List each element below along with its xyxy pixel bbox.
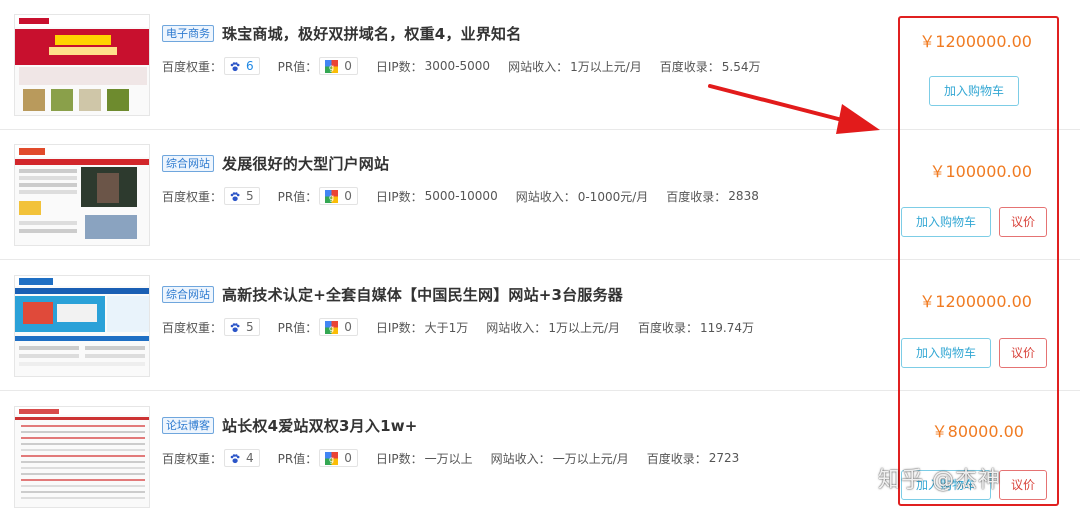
pr-label: PR值： — [277, 189, 318, 204]
svg-text:g: g — [329, 455, 334, 464]
add-to-cart-button[interactable]: 加入购物车 — [901, 338, 991, 368]
negotiate-button[interactable]: 议价 — [999, 470, 1047, 500]
svg-text:g: g — [329, 324, 334, 333]
ip-value: 5000-10000 — [424, 189, 498, 203]
listing-list: 电子商务 珠宝商城，极好双拼域名，权重4，业界知名 百度权重： 6 PR值： g… — [0, 0, 1080, 524]
svg-text:g: g — [329, 193, 334, 202]
income-label: 网站收入： — [486, 320, 547, 335]
google-pr-icon: g — [325, 189, 339, 203]
baidu-weight-value: 5 — [246, 320, 254, 334]
site-thumbnail[interactable] — [14, 406, 150, 508]
listing-row: 论坛博客 站长权4爱站双权3月入1w+ 百度权重： 4 PR值： g 0 日IP… — [0, 392, 1080, 524]
pr-value: 0 — [344, 451, 352, 465]
index-label: 百度收录： — [666, 189, 727, 204]
listing-price: ￥100000.00 — [929, 162, 1032, 181]
income-value: 1万以上元/月 — [570, 59, 642, 74]
pr-label: PR值： — [277, 451, 318, 466]
svg-text:g: g — [329, 63, 334, 72]
listing-row: 综合网站 高新技术认定+全套自媒体【中国民生网】网站+3台服务器 百度权重： 5… — [0, 261, 1080, 391]
index-value: 5.54万 — [721, 59, 761, 74]
pr-value: 0 — [344, 320, 352, 334]
income-value: 一万以上元/月 — [552, 451, 629, 466]
google-pr-icon: g — [325, 451, 339, 465]
baidu-weight-badge: 4 — [224, 449, 260, 467]
pr-value: 0 — [344, 59, 352, 73]
baidu-weight-label: 百度权重： — [162, 189, 223, 204]
baidu-weight-badge: 5 — [224, 187, 260, 205]
baidu-paw-icon — [230, 453, 240, 464]
listing-price: ￥1200000.00 — [919, 292, 1032, 311]
baidu-weight-value: 4 — [246, 451, 254, 465]
baidu-weight-label: 百度权重： — [162, 451, 223, 466]
index-value: 2838 — [728, 189, 759, 203]
listing-row: 综合网站 发展很好的大型门户网站 百度权重： 5 PR值： g 0 日IP数： … — [0, 130, 1080, 260]
baidu-paw-icon — [230, 322, 240, 333]
pr-label: PR值： — [277, 320, 318, 335]
income-label: 网站收入： — [490, 451, 551, 466]
income-label: 网站收入： — [515, 189, 576, 204]
annotation-arrow-icon — [708, 84, 880, 134]
listing-title[interactable]: 珠宝商城，极好双拼域名，权重4，业界知名 — [222, 23, 521, 44]
listing-title[interactable]: 发展很好的大型门户网站 — [222, 153, 389, 174]
listing-title[interactable]: 高新技术认定+全套自媒体【中国民生网】网站+3台服务器 — [222, 284, 623, 305]
index-value: 2723 — [708, 451, 740, 465]
listing-row: 电子商务 珠宝商城，极好双拼域名，权重4，业界知名 百度权重： 6 PR值： g… — [0, 0, 1080, 130]
ip-value: 3000-5000 — [424, 59, 491, 73]
baidu-weight-label: 百度权重： — [162, 59, 223, 74]
pr-badge: g 0 — [319, 449, 358, 467]
pr-value: 0 — [344, 189, 352, 203]
negotiate-button[interactable]: 议价 — [999, 338, 1047, 368]
ip-label: 日IP数： — [375, 189, 423, 204]
ip-label: 日IP数： — [375, 451, 423, 466]
index-label: 百度收录： — [638, 320, 699, 335]
google-pr-icon: g — [325, 59, 339, 73]
index-label: 百度收录： — [646, 451, 707, 466]
pr-badge: g 0 — [319, 57, 358, 75]
baidu-weight-value: 6 — [246, 59, 254, 73]
listing-price: ￥80000.00 — [931, 422, 1024, 441]
income-label: 网站收入： — [508, 59, 569, 74]
pr-badge: g 0 — [319, 187, 358, 205]
add-to-cart-button[interactable]: 加入购物车 — [929, 76, 1019, 106]
pr-badge: g 0 — [319, 318, 358, 336]
index-value: 119.74万 — [700, 320, 755, 335]
listing-meta: 百度权重： 6 PR值： g 0 日IP数： 3000-5000 网站收入： 1… — [162, 56, 779, 76]
watermark: 知乎 @杰神 — [878, 468, 1001, 493]
baidu-weight-value: 5 — [246, 189, 254, 203]
baidu-weight-badge: 5 — [224, 318, 260, 336]
ip-label: 日IP数： — [375, 320, 423, 335]
baidu-paw-icon — [230, 61, 240, 72]
category-tag[interactable]: 综合网站 — [162, 285, 214, 303]
site-thumbnail[interactable] — [14, 144, 150, 246]
category-tag[interactable]: 电子商务 — [162, 24, 214, 42]
site-thumbnail[interactable] — [14, 14, 150, 116]
income-value: 0-1000元/月 — [577, 189, 649, 204]
ip-value: 一万以上 — [424, 451, 473, 466]
pr-label: PR值： — [277, 59, 318, 74]
add-to-cart-button[interactable]: 加入购物车 — [901, 207, 991, 237]
listing-title[interactable]: 站长权4爱站双权3月入1w+ — [222, 415, 418, 436]
negotiate-button[interactable]: 议价 — [999, 207, 1047, 237]
listing-meta: 百度权重： 4 PR值： g 0 日IP数： 一万以上 网站收入： 一万以上元/… — [162, 448, 757, 468]
listing-price: ￥1200000.00 — [919, 32, 1032, 51]
ip-value: 大于1万 — [424, 320, 469, 335]
site-thumbnail[interactable] — [14, 275, 150, 377]
baidu-weight-badge: 6 — [224, 57, 260, 75]
index-label: 百度收录： — [659, 59, 720, 74]
baidu-paw-icon — [230, 191, 240, 202]
listing-meta: 百度权重： 5 PR值： g 0 日IP数： 大于1万 网站收入： 1万以上元/… — [162, 317, 772, 337]
google-pr-icon: g — [325, 320, 339, 334]
listing-meta: 百度权重： 5 PR值： g 0 日IP数： 5000-10000 网站收入： … — [162, 186, 777, 206]
category-tag[interactable]: 综合网站 — [162, 154, 214, 172]
income-value: 1万以上元/月 — [548, 320, 620, 335]
ip-label: 日IP数： — [375, 59, 423, 74]
category-tag[interactable]: 论坛博客 — [162, 416, 214, 434]
baidu-weight-label: 百度权重： — [162, 320, 223, 335]
